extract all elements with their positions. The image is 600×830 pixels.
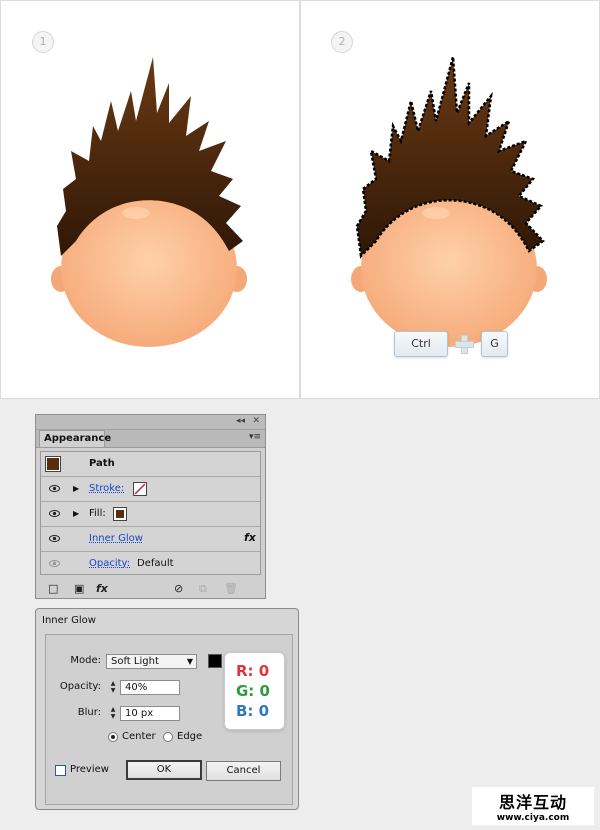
- panel-menu-icon[interactable]: ▾≡: [249, 432, 261, 442]
- mode-value: Soft Light: [111, 656, 159, 667]
- tab-appearance[interactable]: Appearance: [39, 430, 111, 447]
- appearance-list: Path ▶ Stroke: ▶ Fill: Inner Glow fx Opa…: [40, 451, 261, 575]
- add-stroke-icon[interactable]: □: [48, 582, 58, 595]
- stroke-row[interactable]: ▶ Stroke:: [41, 477, 260, 502]
- plus-icon: [455, 335, 474, 354]
- dialog-title: Inner Glow: [42, 615, 96, 626]
- object-row[interactable]: Path: [41, 452, 260, 477]
- add-fill-icon[interactable]: ▣: [74, 582, 84, 595]
- rgb-values-card: R: 0 G: 0 B: 0: [224, 652, 285, 730]
- cancel-button[interactable]: Cancel: [206, 761, 281, 781]
- object-thumbnail-fill: [47, 458, 59, 470]
- visibility-eye-icon: [49, 560, 60, 567]
- mode-select[interactable]: Soft Light ▼: [106, 654, 197, 669]
- fill-label: Fill:: [89, 508, 106, 519]
- canvas-step-2: 2 Ctrl G: [300, 0, 600, 399]
- blue-value: B: 0: [236, 702, 270, 720]
- edge-label: Edge: [177, 731, 203, 742]
- canvas-step-1: 1: [0, 0, 300, 399]
- appearance-panel: ◂◂ ✕ Appearance ▾≡ Path ▶ Stroke: ▶ Fill…: [35, 414, 266, 599]
- add-effect-fx-icon[interactable]: fx: [96, 582, 108, 595]
- character-head-selected-illustration: [351, 56, 547, 347]
- delete-item-icon: 🗑: [224, 582, 238, 595]
- visibility-eye-icon[interactable]: [49, 485, 60, 492]
- fx-icon[interactable]: fx: [244, 531, 256, 544]
- opacity-value: Default: [137, 558, 174, 569]
- stroke-link[interactable]: Stroke:: [89, 483, 124, 494]
- green-value: G: 0: [236, 682, 270, 700]
- red-value: R: 0: [236, 662, 270, 680]
- opacity-label: Opacity:: [59, 681, 101, 692]
- fill-swatch-color: [116, 510, 124, 518]
- fill-swatch[interactable]: [113, 507, 127, 521]
- forehead-highlight: [122, 207, 150, 219]
- character-head-illustration: [51, 57, 247, 347]
- forehead-highlight: [422, 207, 450, 219]
- edge-radio[interactable]: [163, 732, 173, 742]
- blur-stepper[interactable]: ▲ ▼: [108, 706, 118, 721]
- collapse-icon[interactable]: ◂◂: [236, 416, 245, 426]
- preview-checkbox[interactable]: [55, 765, 66, 776]
- opacity-link[interactable]: Opacity:: [89, 558, 130, 569]
- inner-glow-link[interactable]: Inner Glow: [89, 533, 143, 544]
- clear-appearance-icon[interactable]: ⊘: [174, 582, 183, 595]
- duplicate-item-icon: ⧉: [199, 582, 207, 595]
- watermark-url: www.ciya.com: [496, 813, 570, 823]
- center-label: Center: [122, 731, 156, 742]
- inner-glow-row[interactable]: Inner Glow fx: [41, 527, 260, 552]
- glow-color-swatch[interactable]: [208, 654, 222, 668]
- blur-label: Blur:: [77, 707, 101, 718]
- fill-row[interactable]: ▶ Fill:: [41, 502, 260, 527]
- g-key: G: [481, 331, 508, 357]
- panel-bottom-toolbar: □ ▣ fx ⊘ ⧉ 🗑: [36, 579, 265, 598]
- site-watermark: 思洋互动 www.ciya.com: [472, 787, 594, 825]
- stroke-swatch-none[interactable]: [133, 482, 147, 496]
- close-icon[interactable]: ✕: [252, 416, 260, 426]
- opacity-input[interactable]: 40%: [120, 680, 180, 695]
- visibility-eye-icon[interactable]: [49, 535, 60, 542]
- opacity-stepper[interactable]: ▲ ▼: [108, 680, 118, 695]
- expand-arrow-icon[interactable]: ▶: [73, 509, 79, 518]
- ctrl-key: Ctrl: [394, 331, 448, 357]
- blur-input[interactable]: 10 px: [120, 706, 180, 721]
- expand-arrow-icon[interactable]: ▶: [73, 484, 79, 493]
- center-radio[interactable]: [108, 732, 118, 742]
- object-thumbnail: [45, 456, 61, 472]
- panel-tab-row: Appearance ▾≡: [36, 430, 265, 448]
- mode-label: Mode:: [70, 655, 101, 666]
- opacity-row[interactable]: Opacity: Default: [41, 552, 260, 577]
- chevron-down-icon: ▼: [186, 657, 193, 666]
- object-type-label: Path: [89, 458, 115, 469]
- visibility-eye-icon[interactable]: [49, 510, 60, 517]
- ok-button[interactable]: OK: [126, 760, 202, 780]
- preview-label: Preview: [70, 764, 109, 775]
- watermark-title: 思洋互动: [498, 793, 567, 812]
- panel-titlebar: ◂◂ ✕: [36, 415, 265, 430]
